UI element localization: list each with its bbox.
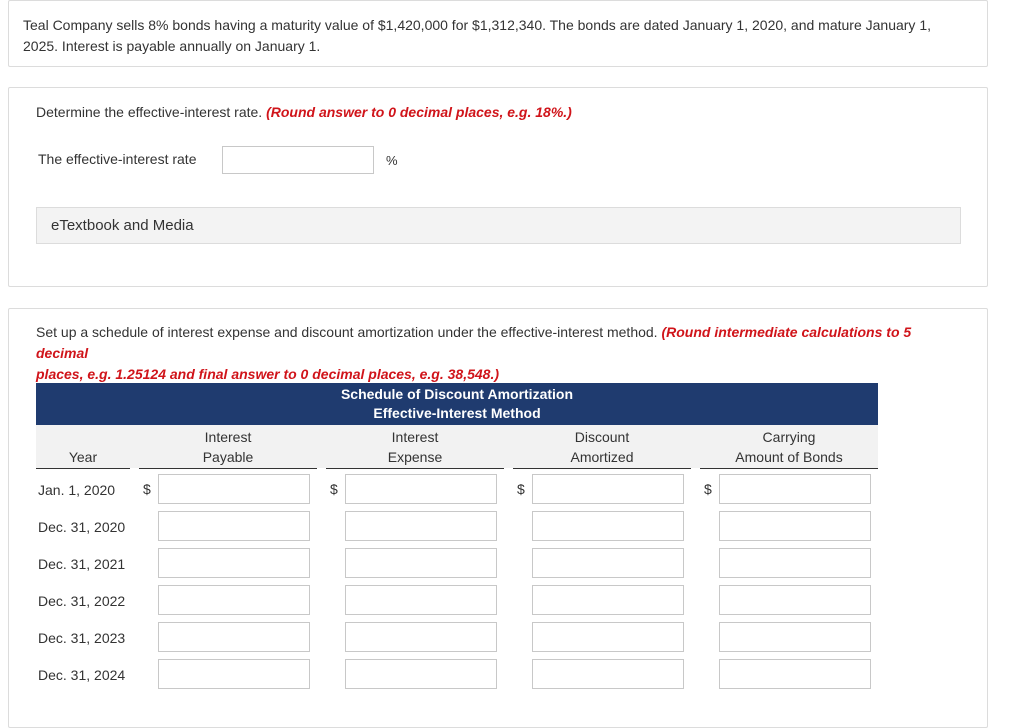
schedule-card: Set up a schedule of interest expense an… <box>8 308 988 728</box>
interest-expense-input-2[interactable] <box>345 548 497 578</box>
interest-expense-input-0[interactable] <box>345 474 497 504</box>
col-carrying-amount-line2: Amount of Bonds <box>735 449 843 465</box>
carrying-amount-input-3[interactable] <box>719 585 871 615</box>
effective-rate-input[interactable] <box>222 146 374 174</box>
discount-amortized-input-1[interactable] <box>532 511 684 541</box>
etextbook-media-button[interactable]: eTextbook and Media <box>36 207 961 244</box>
interest-payable-input-0[interactable] <box>158 474 310 504</box>
col-interest-payable-line1: Interest <box>204 429 252 445</box>
interest-expense-input-3[interactable] <box>345 585 497 615</box>
part2-prompt-text: Set up a schedule of interest expense an… <box>36 324 658 340</box>
dollar-sign: $ <box>330 481 338 497</box>
col-carrying-amount-line1: Carrying <box>762 429 816 445</box>
col-interest-expense: Interest Expense <box>326 427 504 469</box>
row-label-0: Jan. 1, 2020 <box>38 482 116 498</box>
effective-rate-card: Determine the effective-interest rate. (… <box>8 87 988 287</box>
carrying-amount-input-0[interactable] <box>719 474 871 504</box>
interest-expense-input-4[interactable] <box>345 622 497 652</box>
row-label-3: Dec. 31, 2022 <box>38 593 126 609</box>
col-interest-payable: Interest Payable <box>139 427 317 469</box>
carrying-amount-input-1[interactable] <box>719 511 871 541</box>
interest-payable-input-3[interactable] <box>158 585 310 615</box>
schedule-subtitle: Effective-Interest Method <box>373 405 541 421</box>
col-interest-payable-line2: Payable <box>202 449 254 465</box>
discount-amortized-input-2[interactable] <box>532 548 684 578</box>
carrying-amount-input-2[interactable] <box>719 548 871 578</box>
part1-prompt-text: Determine the effective-interest rate. <box>36 104 263 120</box>
interest-expense-input-1[interactable] <box>345 511 497 541</box>
dollar-sign: $ <box>143 481 151 497</box>
schedule-header: Schedule of Discount Amortization Effect… <box>36 383 878 425</box>
interest-payable-input-2[interactable] <box>158 548 310 578</box>
row-label-5: Dec. 31, 2024 <box>38 667 126 683</box>
col-discount-amortized-line1: Discount <box>574 429 630 445</box>
dollar-sign: $ <box>704 481 712 497</box>
dollar-sign: $ <box>517 481 525 497</box>
row-label-2: Dec. 31, 2021 <box>38 556 126 572</box>
schedule-title: Schedule of Discount Amortization <box>340 386 574 402</box>
discount-amortized-input-4[interactable] <box>532 622 684 652</box>
problem-statement: Teal Company sells 8% bonds having a mat… <box>23 17 931 54</box>
interest-expense-input-5[interactable] <box>345 659 497 689</box>
percent-sign: % <box>386 153 398 168</box>
col-carrying-amount: Carrying Amount of Bonds <box>700 427 878 469</box>
part1-prompt: Determine the effective-interest rate. (… <box>36 102 572 123</box>
col-interest-expense-line2: Expense <box>387 449 443 465</box>
discount-amortized-input-0[interactable] <box>532 474 684 504</box>
discount-amortized-input-3[interactable] <box>532 585 684 615</box>
col-discount-amortized-line2: Amortized <box>570 449 634 465</box>
part1-instruction: (Round answer to 0 decimal places, e.g. … <box>266 104 572 120</box>
part2-prompt: Set up a schedule of interest expense an… <box>36 322 966 385</box>
interest-payable-input-5[interactable] <box>158 659 310 689</box>
interest-payable-input-1[interactable] <box>158 511 310 541</box>
col-year: Year <box>36 447 130 469</box>
carrying-amount-input-4[interactable] <box>719 622 871 652</box>
col-year-label: Year <box>68 449 98 465</box>
problem-card: Teal Company sells 8% bonds having a mat… <box>8 0 988 67</box>
interest-payable-input-4[interactable] <box>158 622 310 652</box>
col-discount-amortized: Discount Amortized <box>513 427 691 469</box>
row-label-4: Dec. 31, 2023 <box>38 630 126 646</box>
row-label-1: Dec. 31, 2020 <box>38 519 126 535</box>
col-interest-expense-line1: Interest <box>391 429 439 445</box>
carrying-amount-input-5[interactable] <box>719 659 871 689</box>
part2-instruction-line2: places, e.g. 1.25124 and final answer to… <box>36 366 500 382</box>
effective-rate-label: The effective-interest rate <box>38 151 197 167</box>
discount-amortized-input-5[interactable] <box>532 659 684 689</box>
